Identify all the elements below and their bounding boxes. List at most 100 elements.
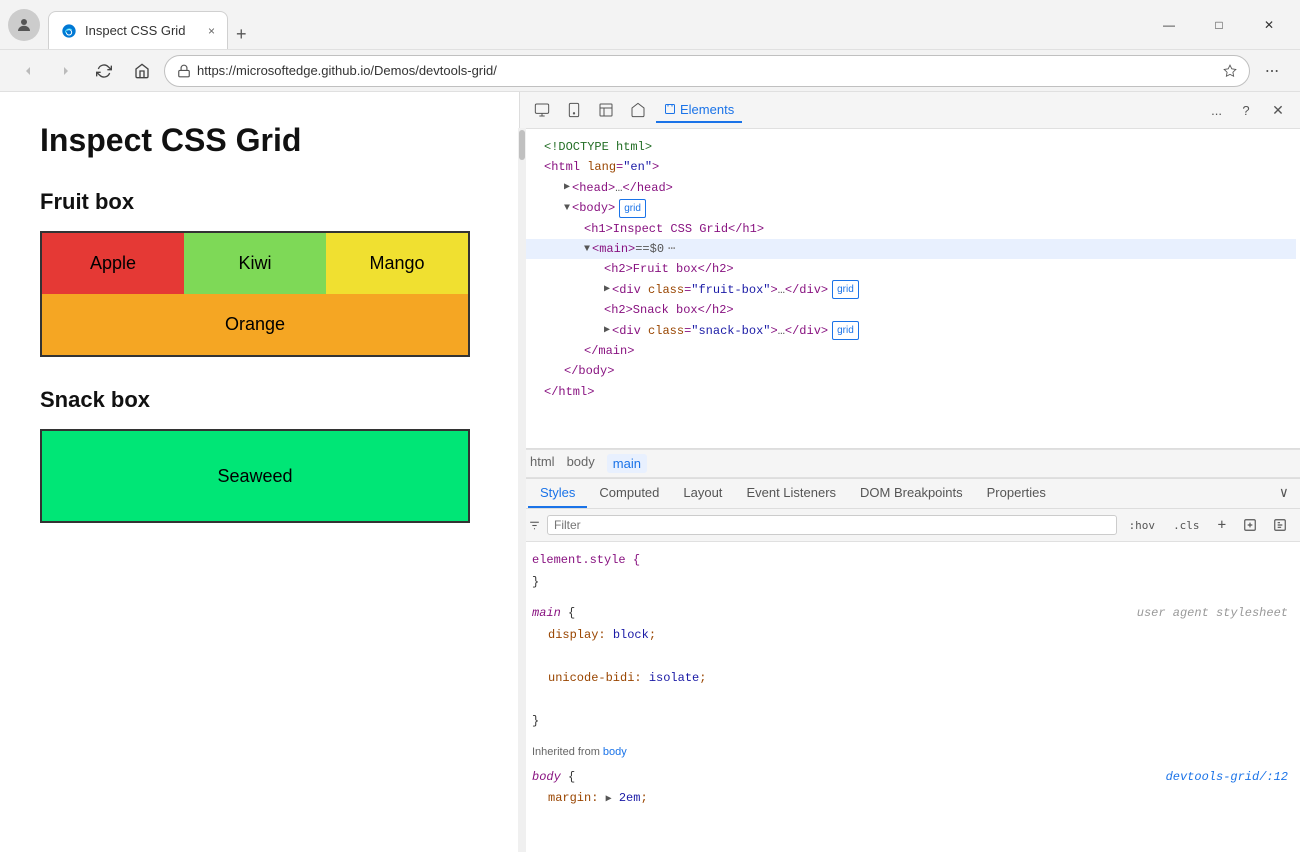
tab-styles[interactable]: Styles bbox=[528, 479, 587, 508]
doctype-text: <!DOCTYPE html> bbox=[544, 137, 652, 157]
body-rule: body { devtools-grid/:12 margin: ▶ 2em; bbox=[532, 767, 1288, 810]
snack-grid: Seaweed bbox=[40, 429, 470, 523]
head-expand-arrow[interactable]: ▶ bbox=[564, 179, 570, 196]
device-toolbar-btn[interactable] bbox=[560, 96, 588, 124]
new-tab-button[interactable]: + bbox=[228, 20, 255, 49]
styles-more-btn[interactable]: ∨ bbox=[1276, 479, 1292, 508]
close-button[interactable]: ✕ bbox=[1246, 9, 1292, 41]
styles-filter-input[interactable] bbox=[547, 515, 1117, 535]
nav-bar: https://microsoftedge.github.io/Demos/de… bbox=[0, 50, 1300, 92]
html-open-line[interactable]: <html lang="en"> bbox=[524, 157, 1296, 177]
address-bar[interactable]: https://microsoftedge.github.io/Demos/de… bbox=[164, 55, 1250, 87]
refresh-button[interactable] bbox=[88, 55, 120, 87]
main-close-tag: </main> bbox=[584, 341, 634, 361]
styles-content: element.style { } main { user agent styl… bbox=[520, 542, 1300, 828]
main-menu-dots[interactable]: ⋯ bbox=[668, 239, 675, 259]
body-expand-arrow[interactable]: ▼ bbox=[564, 200, 570, 217]
apple-item: Apple bbox=[42, 233, 184, 294]
more-button[interactable] bbox=[1256, 55, 1288, 87]
div-fruit-line[interactable]: ▶ <div class="fruit-box"> … </div> grid bbox=[524, 280, 1296, 300]
add-style-btn[interactable]: + bbox=[1212, 515, 1232, 535]
profile-icon[interactable] bbox=[8, 9, 40, 41]
fruit-section-title: Fruit box bbox=[40, 189, 479, 215]
mango-item: Mango bbox=[326, 233, 468, 294]
tab-properties[interactable]: Properties bbox=[975, 479, 1058, 508]
div-snack-line[interactable]: ▶ <div class="snack-box"> … </div> grid bbox=[524, 321, 1296, 341]
close-devtools-btn[interactable]: ✕ bbox=[1264, 96, 1292, 124]
breadcrumb-html[interactable]: html bbox=[530, 454, 555, 473]
lock-icon bbox=[177, 64, 191, 78]
tab-close-btn[interactable]: × bbox=[208, 24, 215, 38]
body-grid-badge[interactable]: grid bbox=[619, 199, 646, 218]
devtools-grid-link[interactable]: devtools-grid/:12 bbox=[1166, 767, 1288, 789]
back-button[interactable] bbox=[12, 55, 44, 87]
fruit-ellipsis: … bbox=[778, 280, 785, 300]
body-close-tag: </body> bbox=[564, 361, 614, 381]
maximize-button[interactable]: □ bbox=[1196, 9, 1242, 41]
fruit-div-tag: <div class="fruit-box"> bbox=[612, 280, 778, 300]
body-line[interactable]: ▼ <body> grid bbox=[524, 198, 1296, 218]
main-close-line[interactable]: </main> bbox=[524, 341, 1296, 361]
element-style-close: } bbox=[532, 575, 539, 589]
h2-fruit-line[interactable]: <h2>Fruit box</h2> bbox=[524, 259, 1296, 279]
tab-elements[interactable]: Elements bbox=[656, 98, 742, 123]
main-tag: <main> bbox=[592, 239, 635, 259]
body-close-line[interactable]: </body> bbox=[524, 361, 1296, 381]
main-expand-arrow[interactable]: ▼ bbox=[584, 241, 590, 258]
tab-computed[interactable]: Computed bbox=[587, 479, 671, 508]
fruit-expand-arrow[interactable]: ▶ bbox=[604, 281, 610, 298]
computed-style-btn[interactable] bbox=[1268, 513, 1292, 537]
active-tab[interactable]: Inspect CSS Grid × bbox=[48, 11, 228, 49]
snack-section-title: Snack box bbox=[40, 387, 479, 413]
h1-tag: <h1>Inspect CSS Grid</h1> bbox=[584, 219, 764, 239]
home-devtools-btn[interactable] bbox=[624, 96, 652, 124]
inherited-body-link[interactable]: body bbox=[603, 746, 627, 758]
breadcrumb-body[interactable]: body bbox=[567, 454, 595, 473]
html-close-line[interactable]: </html> bbox=[524, 382, 1296, 402]
styles-tab-bar: Styles Computed Layout Event Listeners D… bbox=[520, 479, 1300, 509]
hov-filter-btn[interactable]: :hov bbox=[1123, 517, 1162, 534]
element-style-rule: element.style { } bbox=[532, 550, 1288, 593]
title-bar: Inspect CSS Grid × + — □ ✕ bbox=[0, 0, 1300, 50]
h2-snack-tag: <h2>Snack box</h2> bbox=[604, 300, 734, 320]
snack-expand-arrow[interactable]: ▶ bbox=[604, 322, 610, 339]
star-icon[interactable] bbox=[1223, 64, 1237, 78]
edge-favicon bbox=[61, 23, 77, 39]
cls-filter-btn[interactable]: .cls bbox=[1167, 517, 1206, 534]
webpage-content: Inspect CSS Grid Fruit box Apple Kiwi Ma… bbox=[0, 92, 520, 852]
fruit-grid-badge[interactable]: grid bbox=[832, 280, 859, 299]
margin-prop: margin: ▶ 2em; bbox=[532, 788, 1288, 810]
body-tag: <body> bbox=[572, 198, 615, 218]
head-line[interactable]: ▶ <head>…</head> bbox=[524, 178, 1296, 198]
snack-ellipsis: … bbox=[778, 321, 785, 341]
more-panels-btn[interactable]: ... bbox=[1205, 96, 1228, 124]
devtools-html-panel: <!DOCTYPE html> <html lang="en"> ▶ <head… bbox=[520, 129, 1300, 449]
inherited-label: Inherited from body bbox=[532, 743, 1288, 763]
page-title: Inspect CSS Grid bbox=[40, 122, 479, 159]
devtools-styles-panel: Styles Computed Layout Event Listeners D… bbox=[520, 478, 1300, 828]
inspect-element-btn[interactable] bbox=[528, 96, 556, 124]
main-line[interactable]: ▼ <main> == $0 ⋯ bbox=[524, 239, 1296, 259]
body-open-brace: { bbox=[568, 770, 575, 784]
home-button[interactable] bbox=[126, 55, 158, 87]
breadcrumb-main[interactable]: main bbox=[607, 454, 647, 473]
h1-line[interactable]: <h1>Inspect CSS Grid</h1> bbox=[524, 219, 1296, 239]
left-scrollbar[interactable] bbox=[518, 128, 526, 852]
tab-layout[interactable]: Layout bbox=[671, 479, 734, 508]
snack-grid-badge[interactable]: grid bbox=[832, 321, 859, 340]
seaweed-item: Seaweed bbox=[42, 431, 468, 521]
body-selector: body bbox=[532, 770, 561, 784]
new-rule-btn[interactable] bbox=[1238, 513, 1262, 537]
minimize-button[interactable]: — bbox=[1146, 9, 1192, 41]
tab-dom-breakpoints[interactable]: DOM Breakpoints bbox=[848, 479, 975, 508]
display-prop: display: block; bbox=[532, 625, 1288, 647]
devtools-toolbar: Elements ... ? ✕ bbox=[520, 92, 1300, 129]
h2-snack-line[interactable]: <h2>Snack box</h2> bbox=[524, 300, 1296, 320]
tab-bar: Inspect CSS Grid × + bbox=[48, 0, 1138, 49]
tab-event-listeners[interactable]: Event Listeners bbox=[734, 479, 848, 508]
forward-button[interactable] bbox=[50, 55, 82, 87]
html-tag: <html lang="en"> bbox=[544, 157, 659, 177]
url-text: https://microsoftedge.github.io/Demos/de… bbox=[197, 63, 1217, 78]
help-btn[interactable]: ? bbox=[1232, 96, 1260, 124]
devtools-panel-btn[interactable] bbox=[592, 96, 620, 124]
